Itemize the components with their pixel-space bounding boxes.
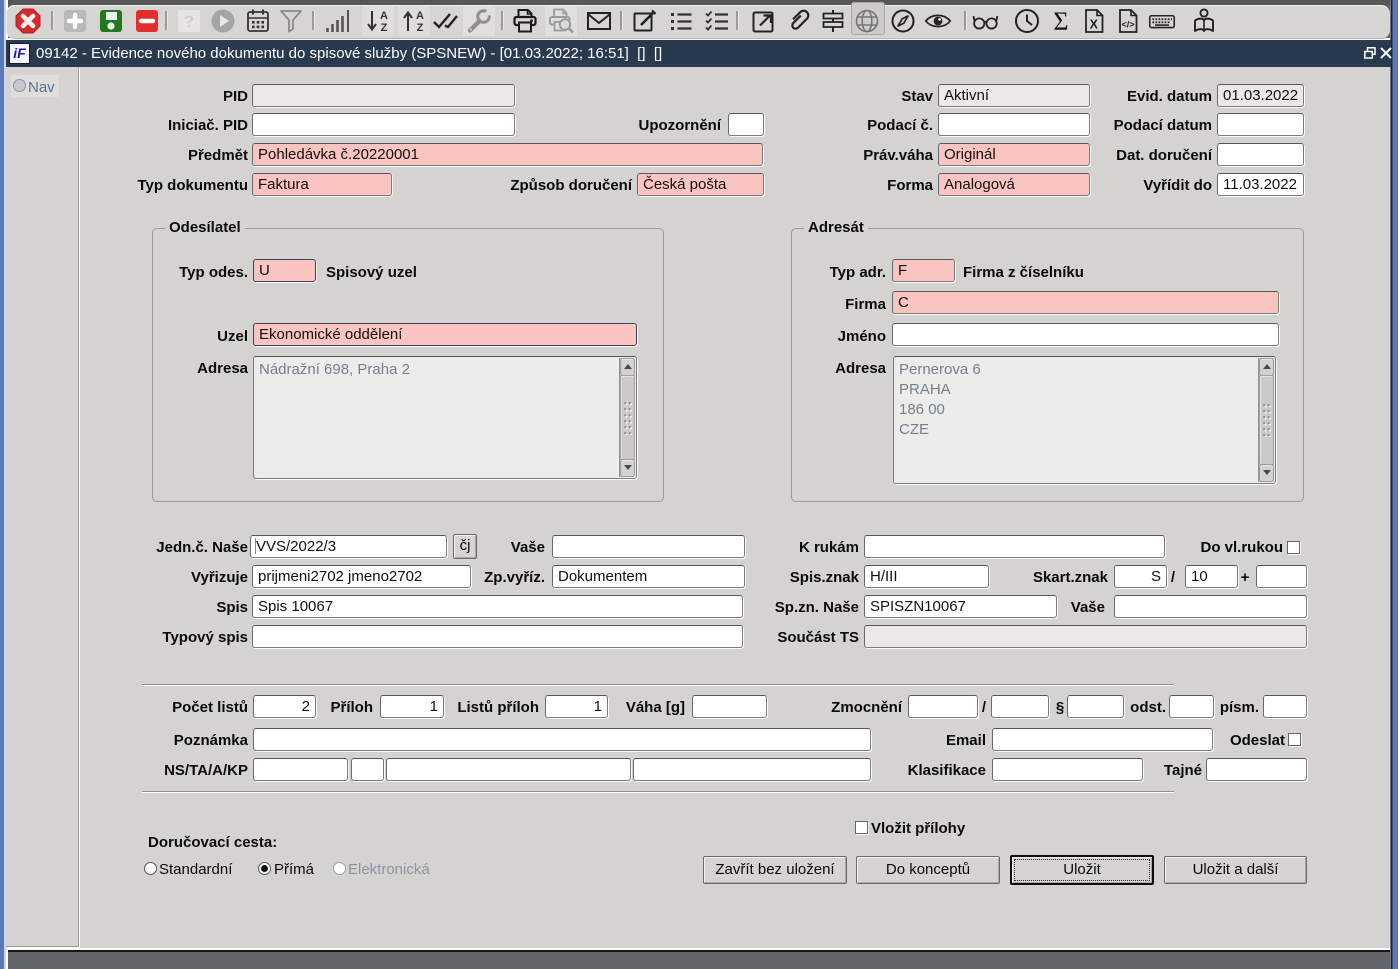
- svg-text:?: ?: [184, 12, 194, 31]
- svg-text:A: A: [380, 10, 388, 22]
- svg-text:Σ: Σ: [1053, 7, 1068, 35]
- svg-text:</>: </>: [1121, 20, 1134, 30]
- svg-text:Z: Z: [381, 22, 388, 34]
- svg-text:X: X: [1090, 18, 1099, 32]
- svg-text:A: A: [416, 10, 424, 22]
- svg-text:Z: Z: [417, 22, 424, 34]
